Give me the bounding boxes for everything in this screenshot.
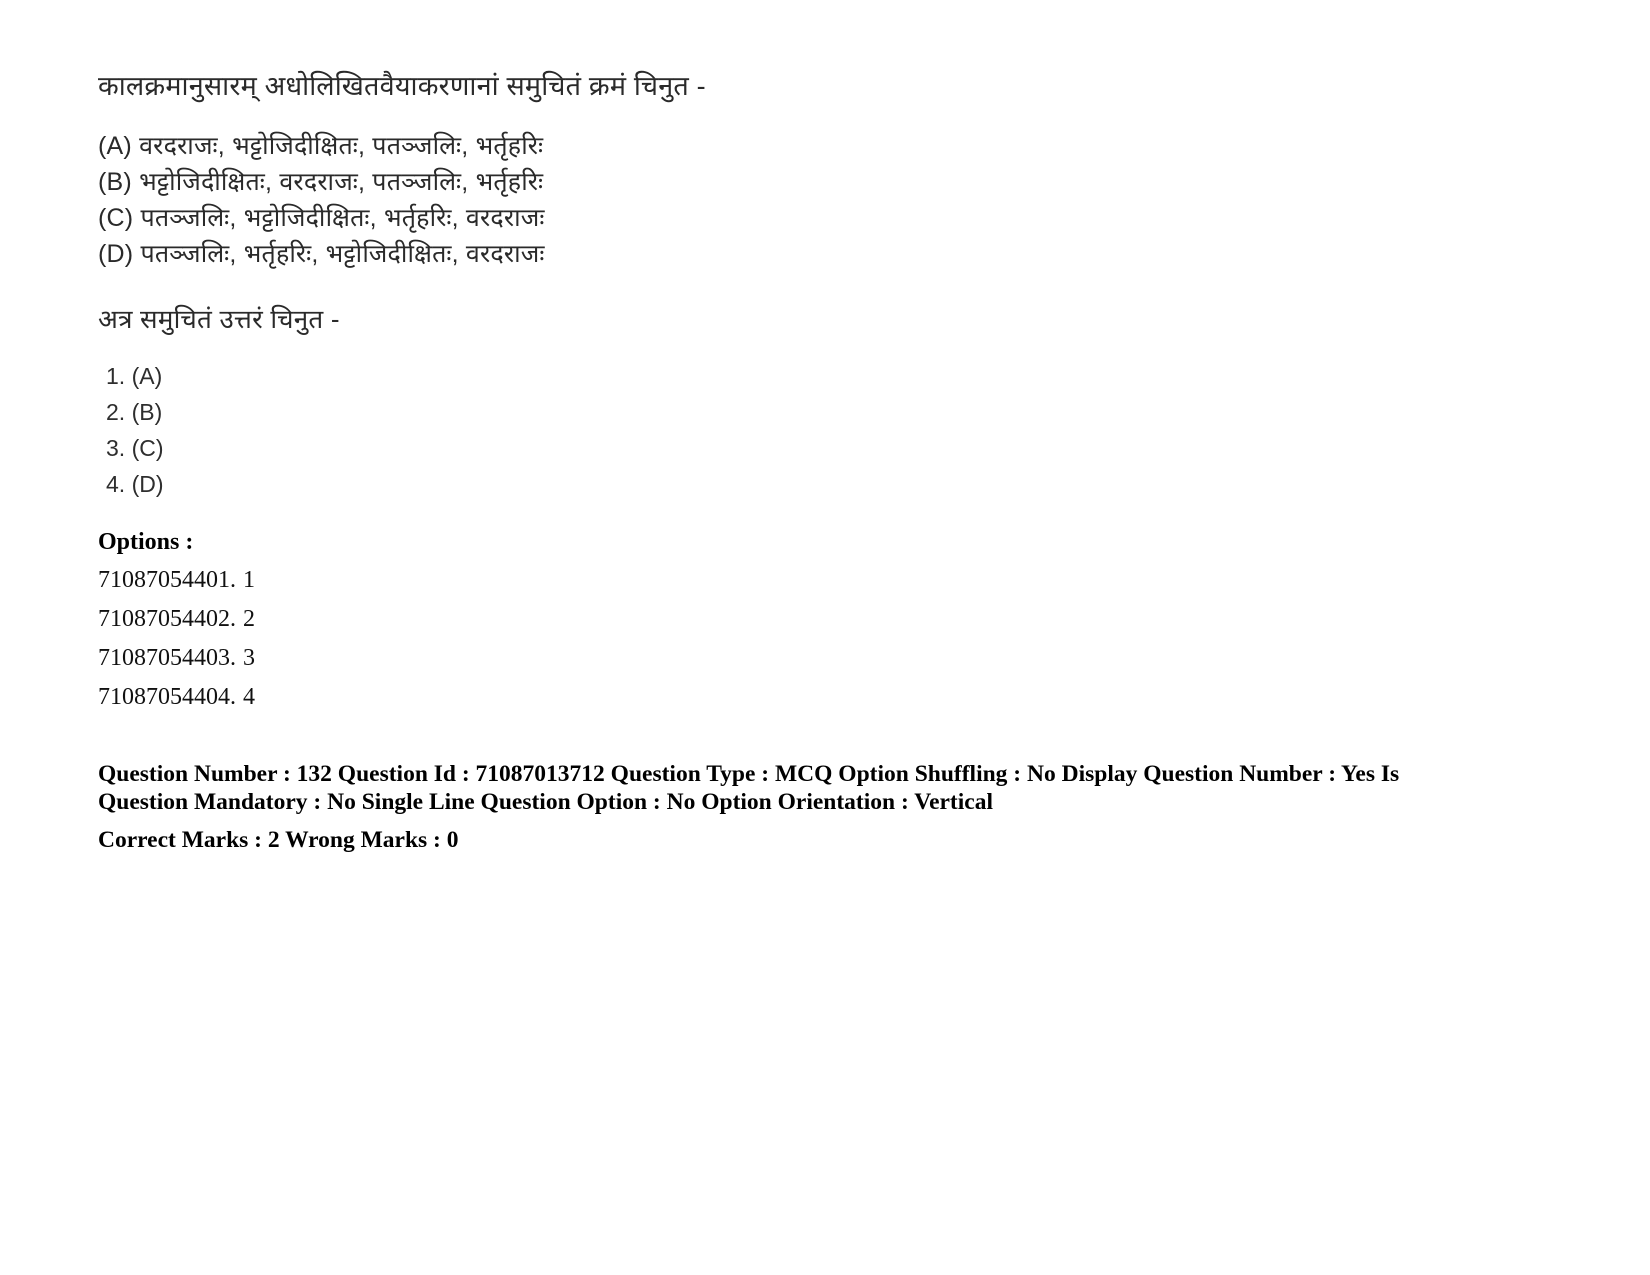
metadata-line-primary: Question Number : 132 Question Id : 7108… <box>98 761 1400 815</box>
choice-sequence-d: (D) पतञ्जलिः, भर्तृहरिः, भट्टोजिदीक्षितः… <box>98 239 545 268</box>
question-page: कालक्रमानुसारम् अधोलिखितवैयाकरणानां समुच… <box>0 0 1650 1275</box>
option-value: 4 <box>243 684 255 711</box>
answer-option-list: 1. (A) 2. (B) 3. (C) 4. (D) <box>98 365 1548 496</box>
option-id: 71087054402. <box>98 606 236 633</box>
answer-option-2[interactable]: 2. (B) <box>106 401 1548 424</box>
option-id: 71087054404. <box>98 684 236 711</box>
question-sub-stem: अत्र समुचितं उत्तरं चिनुत - <box>98 303 340 334</box>
option-row: 71087054403. 3 <box>98 646 1548 670</box>
option-row: 71087054404. 4 <box>98 685 1548 709</box>
choice-sequence-b: (B) भट्टोजिदीक्षितः, वरदराजः, पतञ्जलिः, … <box>98 167 544 196</box>
question-metadata: Question Number : 132 Question Id : 7108… <box>98 761 1443 854</box>
choice-sequence-a: (A) वरदराजः, भट्टोजिदीक्षितः, पतञ्जलिः, … <box>98 131 544 160</box>
question-stem: कालक्रमानुसारम् अधोलिखितवैयाकरणानां समुच… <box>98 71 706 101</box>
answer-option-1[interactable]: 1. (A) <box>106 365 1548 388</box>
option-id: 71087054403. <box>98 645 236 672</box>
options-block: Options : 71087054401. 1 71087054402. 2 71… <box>98 529 1548 709</box>
option-value: 2 <box>243 606 255 633</box>
answer-option-3[interactable]: 3. (C) <box>106 437 1548 460</box>
option-row: 71087054402. 2 <box>98 607 1548 631</box>
choice-sequence-c: (C) पतञ्जलिः, भट्टोजिदीक्षितः, भर्तृहरिः… <box>98 203 545 232</box>
options-heading: Options : <box>98 529 194 556</box>
choice-sequence-list: (A) वरदराजः, भट्टोजिदीक्षितः, पतञ्जलिः, … <box>98 131 1548 268</box>
metadata-line-marks: Correct Marks : 2 Wrong Marks : 0 <box>98 826 459 853</box>
option-value: 1 <box>243 567 255 594</box>
option-row: 71087054401. 1 <box>98 568 1548 592</box>
option-id: 71087054401. <box>98 567 236 594</box>
answer-option-4[interactable]: 4. (D) <box>106 473 1548 496</box>
question-content: कालक्रमानुसारम् अधोलिखितवैयाकरणानां समुच… <box>98 70 1548 854</box>
option-value: 3 <box>243 645 255 672</box>
